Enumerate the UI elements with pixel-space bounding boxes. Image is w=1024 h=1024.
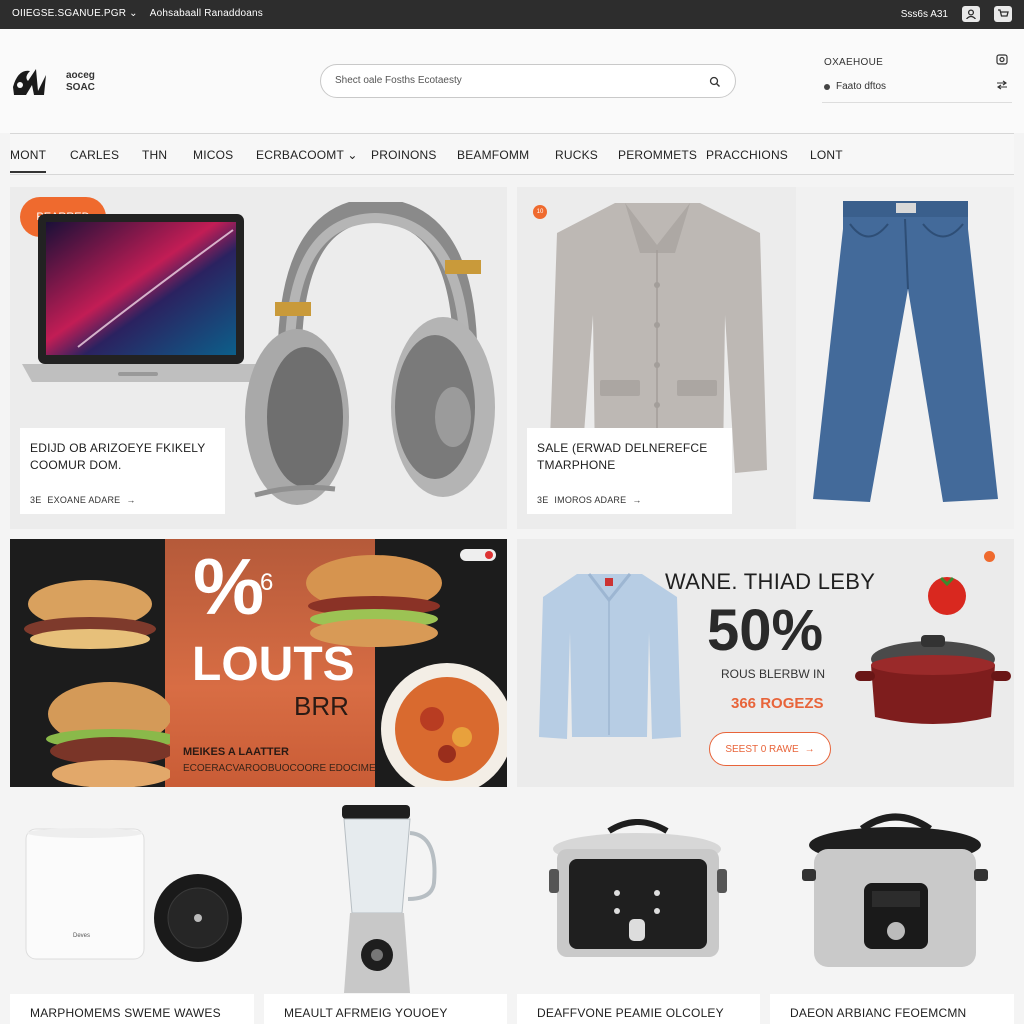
promo-sub: ROUS BLERBW IN bbox=[721, 667, 826, 681]
product-3-label: DEAFFVONE PEAMIE OLCOLEY bbox=[517, 994, 760, 1024]
pasta-plate-image bbox=[381, 663, 507, 787]
tech-card-link[interactable]: 3E EXOANE ADARE → bbox=[30, 492, 215, 509]
arrow-right-icon: → bbox=[804, 743, 815, 755]
nav-item-pracchions[interactable]: PRACCHIONS bbox=[706, 148, 788, 162]
product-4-label: DAEON ARBIANC FEOEMCMN bbox=[770, 994, 1014, 1024]
search-icon[interactable] bbox=[709, 75, 721, 87]
headphones-image bbox=[245, 202, 495, 505]
food-tag-2: ECOERACVAROOBUOCOORE EDOCIME bbox=[183, 763, 376, 774]
product-card-3[interactable]: DEAFFVONE PEAMIE OLCOLEY bbox=[517, 797, 760, 1024]
arrow-right-icon: → bbox=[632, 495, 642, 505]
region-selector[interactable]: OIIEGSE.SGANUE.PGR ⌄ bbox=[12, 8, 138, 19]
header: aoceg SOAC Shect oale Fosths Ecotaesty O… bbox=[0, 29, 1024, 133]
search-input[interactable]: Shect oale Fosths Ecotaesty bbox=[335, 75, 462, 86]
tomato-image bbox=[928, 576, 966, 615]
cart-icon[interactable] bbox=[994, 6, 1012, 22]
user-icon[interactable] bbox=[962, 6, 980, 22]
product-card-4[interactable]: DAEON ARBIANC FEOEMCMN bbox=[770, 797, 1014, 1024]
sale-promo-banner[interactable]: WANE. THIAD LEBY 50% ROUS BLERBW IN 366 … bbox=[517, 539, 1014, 787]
food-percent: % bbox=[193, 542, 265, 631]
product-card-2[interactable]: MEAULT AFRMEIG YOUOEY bbox=[264, 797, 507, 1024]
product-card-1[interactable]: Deves MARPHOMEMS SWEME WAWES bbox=[10, 797, 254, 1024]
fashion-card-link[interactable]: 3E IMOROS ADARE → bbox=[537, 492, 722, 509]
account-sub[interactable]: Faato dftos bbox=[824, 81, 886, 92]
promo-headline: WANE. THIAD LEBY bbox=[665, 569, 876, 594]
logo-mark-icon bbox=[10, 65, 60, 99]
product-2-label: MEAULT AFRMEIG YOUOEY bbox=[264, 994, 507, 1024]
dutch-oven-image bbox=[855, 635, 1011, 724]
nav-item-micos[interactable]: MICOS bbox=[193, 148, 233, 162]
laptop-image bbox=[22, 214, 258, 382]
promo-price: 366 ROGEZS bbox=[731, 695, 824, 712]
blender-image bbox=[342, 805, 437, 993]
tech-feature-card[interactable]: PEARRED EDIJD OB ARIZOEYE FKIKELY COOMUR… bbox=[10, 187, 507, 529]
nav-item-beamfomm[interactable]: BEAMFOMM bbox=[457, 148, 529, 162]
burger-image bbox=[24, 580, 170, 787]
tech-card-title: EDIJD OB ARIZOEYE FKIKELY COOMUR DOM. bbox=[30, 441, 206, 472]
nav-item-lont[interactable]: LONT bbox=[810, 148, 843, 162]
jeans-image bbox=[813, 201, 998, 502]
fashion-feature-card[interactable]: 10 SALE (ERWAD DELNEREFCE TMARPHONE 3E IM… bbox=[517, 187, 1014, 529]
status-dot-icon bbox=[824, 83, 830, 90]
pressure-cooker-image bbox=[802, 813, 988, 967]
smart-speaker-image bbox=[154, 874, 242, 962]
nav-item-proinons[interactable]: PROINONS bbox=[371, 148, 437, 162]
nav-item-perommets[interactable]: PEROMMETS bbox=[618, 148, 697, 162]
category-nav: MONT CARLES THN MICOS ECRBACOOMT ⌄ PROIN… bbox=[10, 133, 1014, 175]
fashion-card-title: SALE (ERWAD DELNEREFCE TMARPHONE bbox=[537, 441, 708, 472]
nav-item-carles[interactable]: CARLES bbox=[70, 148, 119, 162]
arrow-right-icon: → bbox=[126, 495, 136, 505]
food-promo-banner[interactable]: % 6 LOUTS BRR MEIKES A LAATTER ECOERACVA… bbox=[10, 539, 507, 787]
sandwich-image bbox=[306, 555, 442, 647]
device-label: Deves bbox=[73, 933, 91, 939]
slow-cooker-image bbox=[549, 819, 727, 957]
nav-item-mont[interactable]: MONT bbox=[10, 148, 47, 173]
account-panel: OXAEHOUE Faato dftos bbox=[822, 51, 1012, 103]
air-purifier-image bbox=[25, 828, 145, 960]
nav-item-ecrbacoomt[interactable]: ECRBACOOMT ⌄ bbox=[256, 148, 358, 162]
promo-shop-button[interactable]: SEEST 0 RAWE → bbox=[709, 732, 831, 766]
food-small-digit: 6 bbox=[260, 569, 274, 596]
search-bar[interactable]: Shect oale Fosths Ecotaesty bbox=[320, 64, 736, 98]
fashion-card-label: SALE (ERWAD DELNEREFCE TMARPHONE 3E IMORO… bbox=[527, 428, 732, 514]
chevron-down-icon: ⌄ bbox=[347, 148, 358, 162]
brand-tag-icon bbox=[460, 549, 496, 561]
denim-shirt-image bbox=[539, 573, 681, 739]
logo[interactable]: aoceg SOAC bbox=[10, 65, 95, 99]
promo-percent: 50% bbox=[707, 598, 824, 663]
product-1-label: MARPHOMEMS SWEME WAWES bbox=[10, 994, 254, 1024]
top-bar-status: Sss6s A31 bbox=[900, 8, 948, 20]
tech-card-label: EDIJD OB ARIZOEYE FKIKELY COOMUR DOM. 3E… bbox=[20, 428, 225, 514]
logo-line-1: aoceg bbox=[66, 70, 95, 81]
jeans-panel bbox=[796, 187, 1014, 529]
top-bar: OIIEGSE.SGANUE.PGR ⌄ Aohsabaall Ranaddoa… bbox=[0, 0, 1024, 29]
food-tag-1: MEIKES A LAATTER bbox=[183, 746, 289, 758]
status-dot-icon bbox=[984, 551, 995, 562]
nav-item-rucks[interactable]: RUCKS bbox=[555, 148, 598, 162]
nav-item-thn[interactable]: THN bbox=[142, 148, 167, 162]
swap-icon[interactable] bbox=[996, 79, 1008, 91]
account-title[interactable]: OXAEHOUE bbox=[824, 57, 883, 68]
camera-icon[interactable] bbox=[996, 53, 1008, 65]
logo-line-2: SOAC bbox=[66, 82, 95, 93]
food-sub: BRR bbox=[294, 691, 349, 721]
top-bar-link[interactable]: Aohsabaall Ranaddoans bbox=[150, 8, 263, 19]
